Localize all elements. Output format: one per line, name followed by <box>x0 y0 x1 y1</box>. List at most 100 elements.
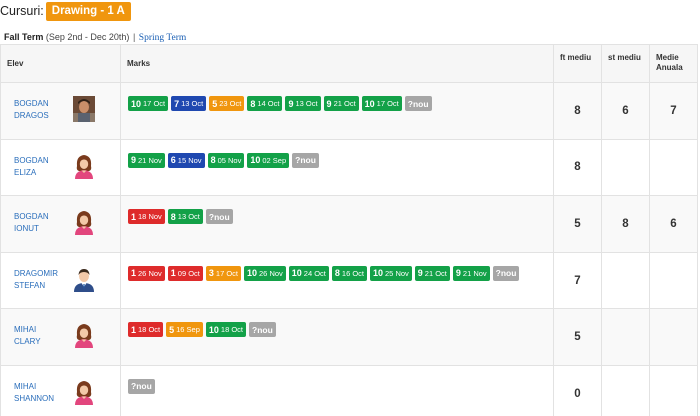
add-grade-button[interactable]: ?nou <box>128 378 155 394</box>
grade-value: 5 <box>169 324 175 335</box>
avatar <box>73 96 95 122</box>
grade-badge[interactable]: 10 17 Oct <box>361 96 402 111</box>
grade-value: 10 <box>364 98 375 109</box>
grade-date: 16 Oct <box>341 268 364 278</box>
grade-value: 8 <box>250 98 256 109</box>
medie-anuala-value: 7 <box>649 82 698 140</box>
grade-badge[interactable]: 6 15 Nov <box>167 152 205 168</box>
table-row: MIHAI SHANNON ?nou 0 <box>0 364 698 416</box>
grade-badge[interactable]: 10 02 Sep <box>247 152 290 168</box>
grade-badge[interactable]: 10 26 Nov <box>244 265 286 281</box>
grade-date: 13 Oct <box>295 99 318 108</box>
grade-date: 13 Oct <box>177 212 200 222</box>
student-first-name: MIHAI <box>14 325 37 335</box>
grades-table: Elev Marks ft mediu st mediu Medie Anual… <box>0 44 698 416</box>
spring-term-link[interactable]: Spring Term <box>139 33 186 43</box>
grade-date: 23 Oct <box>219 99 242 108</box>
table-row: BOGDAN ELIZA 9 21 Nov 6 15 Nov 8 05 Nov 10 02 Sep… <box>0 138 698 197</box>
grade-date: 21 Nov <box>138 155 162 165</box>
grade-value: 3 <box>208 268 214 279</box>
grade-badge[interactable]: 10 25 Nov <box>370 265 412 281</box>
student-first-name: BOGDAN <box>14 99 49 108</box>
grade-date: 09 Oct <box>177 268 200 278</box>
student-name-link[interactable]: BOGDAN DRAGOS <box>14 98 49 122</box>
grade-value: 10 <box>131 98 142 109</box>
grade-badge[interactable]: 5 16 Sep <box>166 322 203 338</box>
column-header-student: Elev <box>0 44 121 83</box>
st-mediu-value <box>601 308 650 366</box>
medie-anuala-value <box>649 251 698 310</box>
grade-badge[interactable]: 5 23 Oct <box>209 96 245 111</box>
add-grade-button[interactable]: ?nou <box>205 209 233 225</box>
marks-cell: 1 26 Nov 1 09 Oct 3 17 Oct 10 26 Nov 10 24 Oct 8 16… <box>120 251 554 310</box>
st-mediu-value <box>601 364 650 416</box>
grade-date: 26 Nov <box>259 268 283 278</box>
grade-badge[interactable]: 9 21 Nov <box>452 265 490 281</box>
grade-badge[interactable]: 9 21 Oct <box>323 96 359 111</box>
grade-date: 17 Oct <box>143 99 166 108</box>
grade-badge[interactable]: 3 17 Oct <box>205 265 241 281</box>
grade-value: 8 <box>170 211 176 222</box>
grade-badge[interactable]: 8 16 Oct <box>331 265 367 281</box>
grade-date: 17 Oct <box>376 99 399 108</box>
student-cell: BOGDAN ELIZA <box>0 138 121 197</box>
grade-badge[interactable]: 8 14 Oct <box>247 96 283 111</box>
student-first-name: BOGDAN <box>14 155 49 165</box>
avatar <box>73 266 95 292</box>
student-last-name: ELIZA <box>14 167 37 177</box>
grade-value: 10 <box>208 324 219 335</box>
column-header-marks: Marks <box>120 44 554 83</box>
grade-value: 5 <box>212 98 218 109</box>
grade-date: 05 Nov <box>217 155 242 165</box>
table-row: BOGDAN IONUT 1 18 Nov 8 13 Oct ?nou 5 8 6 <box>0 195 698 253</box>
student-name-link[interactable]: DRAGOMIR STEFAN <box>14 268 58 292</box>
grade-badge[interactable]: 1 09 Oct <box>167 265 203 281</box>
column-header-st-mediu: st mediu <box>601 44 650 83</box>
course-badge[interactable]: Drawing - 1 A <box>45 1 131 21</box>
grade-badge[interactable]: 9 21 Oct <box>414 265 450 281</box>
grade-value: 10 <box>373 268 384 279</box>
grade-badge[interactable]: 10 17 Oct <box>128 96 169 111</box>
st-mediu-value: 8 <box>601 195 650 253</box>
student-last-name: SHANNON <box>14 393 55 403</box>
grade-badge[interactable]: 1 26 Nov <box>128 265 165 281</box>
avatar <box>73 209 95 236</box>
grade-badge[interactable]: 7 13 Oct <box>171 96 207 111</box>
grade-value: 9 <box>455 268 461 279</box>
student-name-link[interactable]: BOGDAN ELIZA <box>14 155 49 179</box>
student-last-name: STEFAN <box>14 280 46 290</box>
marks-list: 9 21 Nov 6 15 Nov 8 05 Nov 10 02 Sep ?nou <box>121 140 553 168</box>
marks-list: ?nou <box>121 366 553 394</box>
medie-anuala-value <box>649 308 698 366</box>
avatar <box>73 379 95 405</box>
add-grade-button[interactable]: ?nou <box>292 152 319 168</box>
grade-badge[interactable]: 9 21 Nov <box>128 152 165 168</box>
column-header-ft-mediu: ft mediu <box>553 44 602 83</box>
student-cell: MIHAI CLARY <box>0 308 121 366</box>
grade-value: 1 <box>131 324 137 335</box>
student-last-name: IONUT <box>14 224 39 234</box>
student-first-name: DRAGOMIR <box>14 268 58 278</box>
ft-mediu-value: 8 <box>553 138 602 197</box>
student-cell: BOGDAN DRAGOS <box>0 82 121 140</box>
add-grade-button[interactable]: ?nou <box>249 322 276 338</box>
grade-badge[interactable]: 1 18 Oct <box>128 322 164 338</box>
grade-date: 21 Oct <box>333 99 356 108</box>
student-name-link[interactable]: BOGDAN IONUT <box>14 211 49 235</box>
fall-term-label: Fall Term <box>4 32 44 42</box>
grade-badge[interactable]: 9 13 Oct <box>285 96 321 111</box>
grade-value: 9 <box>288 98 294 109</box>
grade-badge[interactable]: 8 05 Nov <box>207 152 245 168</box>
student-name-link[interactable]: MIHAI SHANNON <box>14 381 54 405</box>
add-grade-button[interactable]: ?nou <box>492 265 520 281</box>
grade-badge[interactable]: 10 18 Oct <box>205 322 247 338</box>
marks-cell: 10 17 Oct 7 13 Oct 5 23 Oct 8 14 Oct 9 13 Oct 9 21 … <box>120 82 554 140</box>
grade-date: 17 Oct <box>215 268 238 278</box>
grade-badge[interactable]: 8 13 Oct <box>167 209 203 225</box>
grade-badge[interactable]: 1 18 Nov <box>128 209 165 225</box>
grade-badge[interactable]: 10 24 Oct <box>288 265 329 281</box>
student-name-link[interactable]: MIHAI CLARY <box>14 324 41 348</box>
add-grade-button[interactable]: ?nou <box>404 96 432 111</box>
marks-list: 1 26 Nov 1 09 Oct 3 17 Oct 10 26 Nov 10 24 Oct 8 16… <box>121 253 553 281</box>
st-mediu-value <box>601 251 650 310</box>
